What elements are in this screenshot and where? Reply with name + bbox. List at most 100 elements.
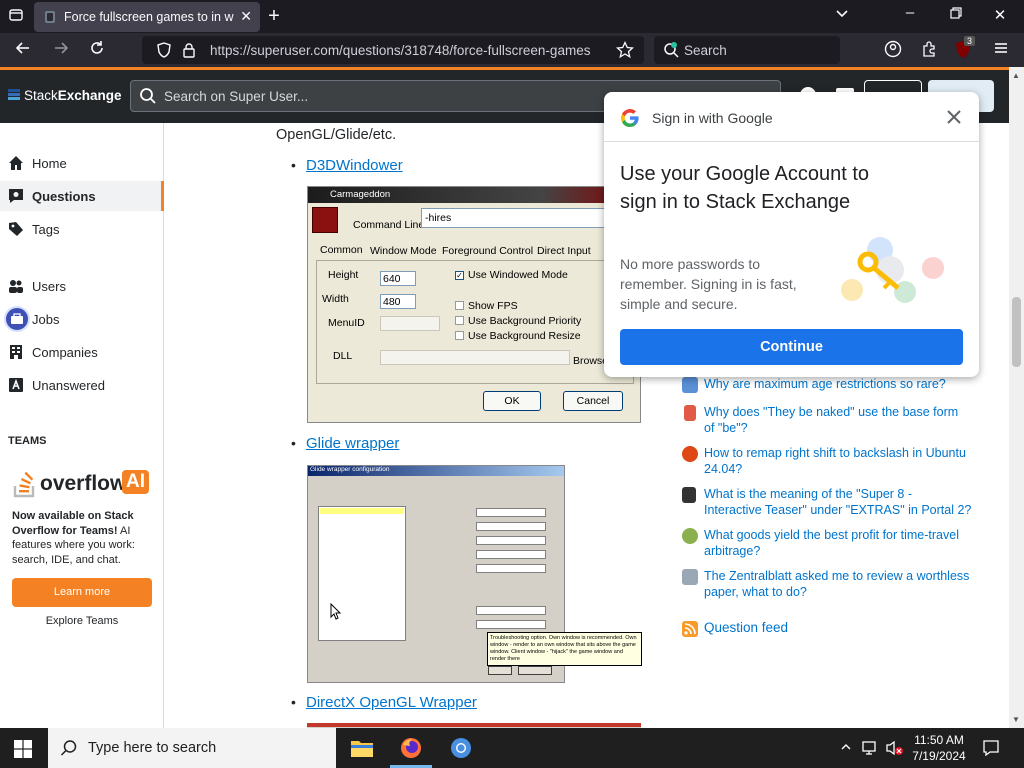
width-label: Width <box>322 293 349 305</box>
nav-users[interactable]: Users <box>0 271 164 301</box>
parenting-icon <box>682 377 698 393</box>
arcade-icon <box>682 487 696 503</box>
extensions-icon[interactable] <box>918 40 940 62</box>
tab-close-icon[interactable]: ✕ <box>240 8 252 25</box>
d3d-tab-strip: Common Window Mode Foreground Control Di… <box>318 242 638 260</box>
site-search-placeholder: Search on Super User... <box>164 89 309 104</box>
scroll-up-arrow-icon[interactable]: ▲ <box>1012 71 1020 80</box>
teams-promo-bold: Now available on Stack Overflow for Team… <box>12 510 134 537</box>
chromium-icon[interactable] <box>450 737 472 764</box>
bg-resize-label: Use Background Resize <box>468 330 581 342</box>
stackexchange-logo[interactable]: StackExchange <box>8 88 122 105</box>
search-icon <box>139 87 157 110</box>
hot-question-link[interactable]: What is the meaning of the "Super 8 - In… <box>704 486 972 518</box>
hot-question-link[interactable]: How to remap right shift to backslash in… <box>704 445 972 477</box>
url-text: https://superuser.com/questions/318748/f… <box>210 43 591 58</box>
tracking-protection-icon[interactable] <box>156 42 172 63</box>
d3d-tab-window-mode: Window Mode <box>370 245 437 257</box>
explore-teams-link[interactable]: Explore Teams <box>12 615 152 627</box>
active-tab[interactable]: Force fullscreen games to in window ✕ <box>34 2 260 32</box>
google-continue-button[interactable]: Continue <box>620 329 963 365</box>
game-icon <box>312 207 338 233</box>
questions-icon <box>8 188 24 204</box>
scroll-down-arrow-icon[interactable]: ▼ <box>1012 715 1020 724</box>
bg-priority-checkbox <box>455 316 464 325</box>
nav-jobs[interactable]: Jobs <box>0 304 164 334</box>
nav-tags-label: Tags <box>32 222 60 237</box>
academia-icon <box>682 569 698 585</box>
link-glide-wrapper[interactable]: Glide wrapper <box>306 435 399 452</box>
nav-questions-label: Questions <box>32 189 96 204</box>
close-window-icon[interactable]: ✕ <box>990 6 1010 24</box>
tag-icon <box>8 221 24 237</box>
hot-question-link[interactable]: What goods yield the best profit for tim… <box>704 527 972 559</box>
new-tab-icon[interactable]: + <box>264 5 284 28</box>
nav-companies-label: Companies <box>32 345 98 360</box>
logo-text-stack: Stack <box>24 88 58 103</box>
account-icon[interactable] <box>882 40 904 62</box>
clock-date: 7/19/2024 <box>912 749 966 763</box>
lock-icon[interactable] <box>182 42 196 63</box>
back-icon[interactable] <box>12 40 34 60</box>
left-sidebar: Home Questions Tags Users Jobs Companies… <box>0 123 164 728</box>
hot-question-link[interactable]: Why does "They be naked" use the base fo… <box>704 404 972 436</box>
google-popup-description: No more passwords to remember. Signing i… <box>620 256 797 312</box>
browser-nav-bar: https://superuser.com/questions/318748/f… <box>0 33 1024 67</box>
stackoverflow-icon <box>12 470 38 503</box>
hot-question-link[interactable]: The Zentralblatt asked me to review a wo… <box>704 568 972 600</box>
glide-cancel-button <box>518 666 552 675</box>
close-icon[interactable] <box>944 107 964 132</box>
tab-list-icon[interactable] <box>6 7 26 25</box>
browser-search-placeholder: Search <box>684 43 727 58</box>
windowed-mode-label: Use Windowed Mode <box>468 269 568 281</box>
nav-jobs-label: Jobs <box>32 312 60 327</box>
question-feed-link[interactable]: Question feed <box>704 620 972 636</box>
teams-promo-text: Now available on Stack Overflow for Team… <box>12 509 152 567</box>
stackexchange-mark-icon <box>8 89 20 105</box>
command-line-value: -hires <box>425 212 452 224</box>
d3d-ok-button: OK <box>483 391 541 411</box>
list-all-tabs-icon[interactable] <box>832 6 852 24</box>
restore-icon[interactable] <box>946 6 966 23</box>
forward-icon[interactable] <box>50 40 72 60</box>
rss-icon <box>682 621 698 637</box>
notifications-icon[interactable] <box>982 739 1000 762</box>
volume-muted-icon[interactable] <box>886 740 904 761</box>
teams-heading: TEAMS <box>8 435 47 447</box>
d3d-cancel-button: Cancel <box>563 391 623 411</box>
ublock-icon[interactable]: 3 <box>952 36 976 60</box>
link-directx-opengl-wrapper[interactable]: DirectX OpenGL Wrapper <box>306 694 477 711</box>
nav-tags[interactable]: Tags <box>0 214 164 244</box>
file-explorer-icon[interactable] <box>351 739 373 762</box>
reload-icon[interactable] <box>86 40 108 60</box>
height-input: 640 <box>380 271 416 286</box>
browser-search-box[interactable]: Search <box>654 36 840 64</box>
nav-home[interactable]: Home <box>0 148 164 178</box>
logo-text-exchange: Exchange <box>57 88 122 103</box>
scroll-thumb[interactable] <box>1012 297 1021 367</box>
nav-companies[interactable]: Companies <box>0 337 164 367</box>
bullet-dot: • <box>291 435 296 451</box>
minimize-icon[interactable]: – <box>900 4 920 21</box>
briefcase-icon <box>4 306 30 332</box>
bookmark-star-icon[interactable] <box>615 40 635 64</box>
link-d3dwindower[interactable]: D3DWindower <box>306 157 403 174</box>
nav-questions[interactable]: Questions <box>0 181 164 211</box>
nav-home-label: Home <box>32 156 67 171</box>
menu-icon[interactable] <box>990 40 1012 60</box>
hot-question-link[interactable]: Why are maximum age restrictions so rare… <box>704 376 972 392</box>
taskbar-clock[interactable]: 11:50 AM 7/19/2024 <box>908 732 970 764</box>
windows-start-icon[interactable] <box>14 740 32 763</box>
taskbar-search-box[interactable]: Type here to search <box>48 728 336 768</box>
bookmark-icon <box>684 405 696 421</box>
page-scrollbar[interactable]: ▲ ▼ <box>1009 67 1024 728</box>
dll-input <box>380 350 570 365</box>
learn-more-button[interactable]: Learn more <box>12 578 152 607</box>
overflow-ai-badge: AI <box>122 470 149 494</box>
show-hidden-icons-icon[interactable] <box>840 740 852 758</box>
users-icon <box>8 278 24 294</box>
nav-unanswered[interactable]: Unanswered <box>0 370 164 400</box>
firefox-icon[interactable] <box>400 737 422 764</box>
address-bar[interactable]: https://superuser.com/questions/318748/f… <box>142 36 644 64</box>
network-icon[interactable] <box>862 740 880 761</box>
